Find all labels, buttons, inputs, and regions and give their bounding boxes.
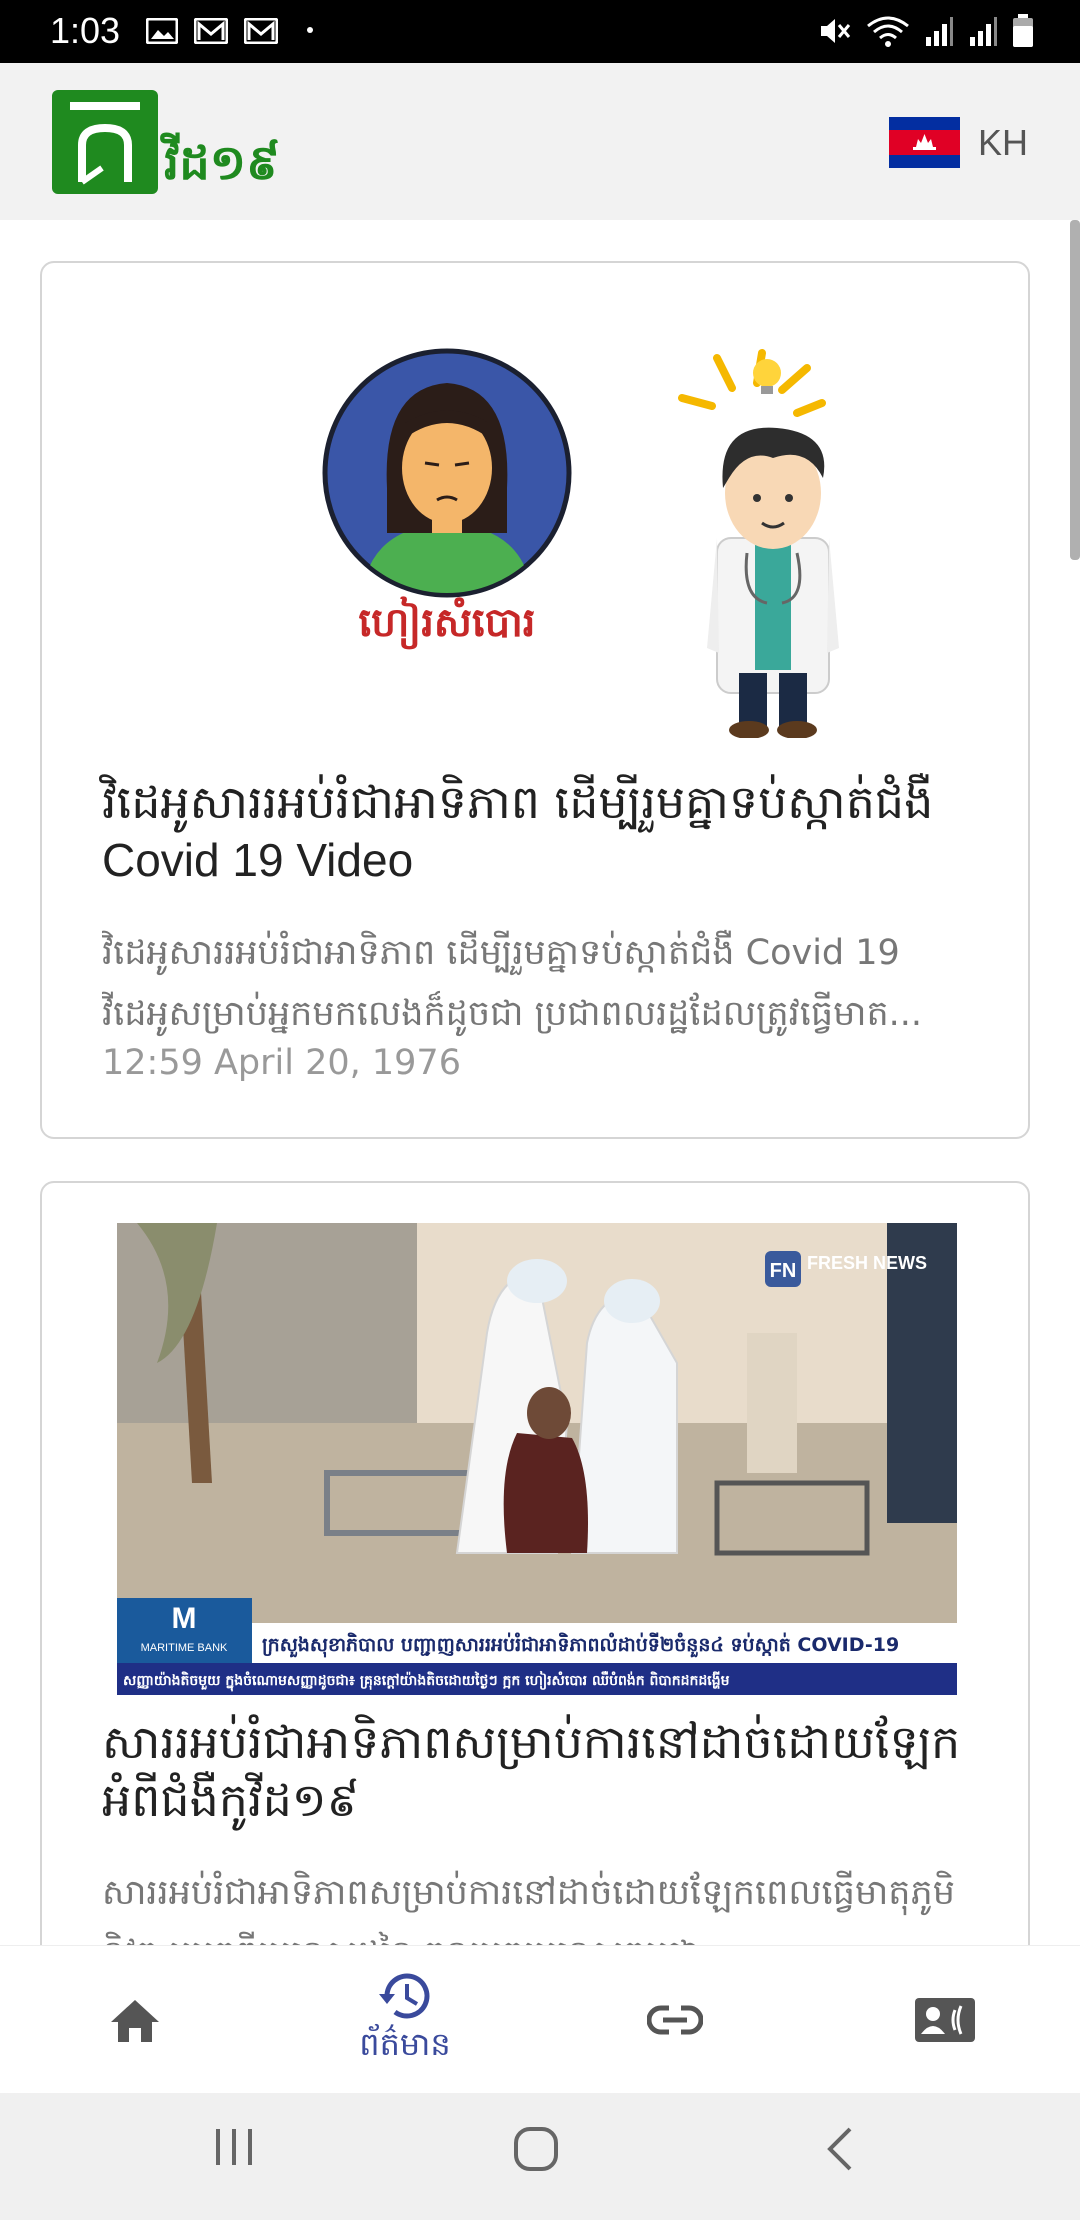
signal-icon bbox=[926, 17, 953, 46]
ticker-main: ក្រសួងសុខាភិបាល បញ្ជាញសាររអប់រំជាអាទិភាព… bbox=[262, 1632, 899, 1658]
image-icon bbox=[146, 18, 178, 44]
article-desc-line: វិដេអូសាររអប់រំជាអាទិភាព ដើម្បីរួមគ្នាទប… bbox=[102, 933, 900, 973]
article-desc-line: និវត្ត ឬមកពីប្រទេសដទៃ ចូលមកប្រទេសកម្ពុជា bbox=[102, 1924, 982, 1945]
mail-icon bbox=[244, 18, 278, 44]
article-image: FN FRESH NEWS M MARITIME BANK ក្រសួងសុខា… bbox=[117, 1223, 957, 1695]
nav-news-label: ព័ត៌មាន bbox=[359, 2024, 451, 2063]
history-icon bbox=[379, 1973, 430, 2018]
article-description: វិដេអូសាររអប់រំជាអាទិភាព ដើម្បីរួមគ្នាទប… bbox=[102, 923, 982, 1045]
cartoon-illustration: ហៀរសំបោរ bbox=[322, 348, 839, 738]
cambodia-flag-icon bbox=[888, 117, 960, 168]
nav-news[interactable]: ព័ត៌មាន bbox=[270, 1946, 540, 2094]
article-date: 12:59 April 20, 1976 bbox=[102, 1043, 461, 1083]
scrollbar[interactable] bbox=[1070, 220, 1080, 560]
news-photo: FN FRESH NEWS M MARITIME BANK ក្រសួងសុខា… bbox=[117, 1223, 957, 1695]
article-title[interactable]: វិដេអូសាររអប់រំជាអាទិភាព ដើម្បីរួមគ្នាទប… bbox=[102, 773, 982, 889]
mail-icon bbox=[194, 18, 228, 44]
svg-text:FN: FN bbox=[770, 1260, 797, 1282]
nav-contact[interactable] bbox=[810, 1946, 1080, 2094]
app-logo[interactable] bbox=[52, 90, 158, 194]
system-navigation bbox=[0, 2093, 1080, 2220]
article-desc-line: សាររអប់រំជាអាទិភាពសម្រាប់ការនៅដាច់ដោយឡែក… bbox=[102, 1873, 955, 1913]
news-feed[interactable]: ហៀរសំបោរ វិដេអូសាររអប់រំជាអាទិភាព ដើម្បី… bbox=[0, 220, 1080, 1945]
recent-apps-icon[interactable] bbox=[212, 2125, 256, 2169]
logo-icon bbox=[70, 102, 140, 185]
article-title-line: Covid 19 Video bbox=[102, 834, 414, 886]
wifi-icon bbox=[867, 16, 909, 47]
app-bar: វីដ១៩ KH bbox=[0, 63, 1080, 220]
home-circle-icon[interactable] bbox=[512, 2125, 560, 2173]
language-code: KH bbox=[977, 121, 1028, 163]
home-icon bbox=[111, 2000, 159, 2042]
article-title[interactable]: សាររអប់រំជាអាទិភាពសម្រាប់ការនៅដាច់ដោយឡែក… bbox=[102, 1713, 982, 1829]
bank-logo-text: MARITIME BANK bbox=[141, 1642, 228, 1654]
watermark-text: FRESH NEWS bbox=[807, 1253, 927, 1273]
nav-home[interactable] bbox=[0, 1946, 270, 2094]
article-title-line: សាររអប់រំជាអាទិភាពសម្រាប់ការនៅដាច់ដោយឡែក bbox=[102, 1715, 961, 1769]
nav-links[interactable] bbox=[540, 1946, 810, 2094]
article-image: ហៀរសំបោរ bbox=[117, 328, 957, 738]
status-time: 1:03 bbox=[50, 10, 121, 51]
article-title-line: អំពីជំងឺកូវីដ១៩ bbox=[102, 1773, 360, 1827]
svg-text:M: M bbox=[172, 1602, 197, 1635]
contact-card-icon bbox=[915, 1998, 975, 2042]
ticker-sub: សញ្ញាយ៉ាងតិចមួយ ក្នុងចំណោមសញ្ញាដូចជា៖ គ្… bbox=[123, 1671, 730, 1692]
link-icon bbox=[647, 2005, 703, 2035]
language-selector[interactable]: KH bbox=[888, 117, 1028, 168]
article-desc-line: វីដេអូសម្រាប់អ្នកមកលេងក៏ដូចជា ប្រជាពលរដ្… bbox=[102, 994, 923, 1034]
bottom-navigation: ព័ត៌មាន bbox=[0, 1945, 1080, 2093]
signal-icon bbox=[970, 17, 997, 46]
article-description: សាររអប់រំជាអាទិភាពសម្រាប់ការនៅដាច់ដោយឡែក… bbox=[102, 1863, 982, 1945]
status-bar: 1:03 bbox=[0, 0, 1080, 63]
dot-icon bbox=[307, 27, 313, 33]
article-title-line: វិដេអូសាររអប់រំជាអាទិភាព ដើម្បីរួមគ្នាទប… bbox=[102, 775, 934, 829]
back-icon[interactable] bbox=[820, 2125, 860, 2173]
news-card[interactable]: FN FRESH NEWS M MARITIME BANK ក្រសួងសុខា… bbox=[40, 1181, 1030, 1945]
battery-icon bbox=[1013, 14, 1033, 47]
app-title: វីដ១៩ bbox=[164, 135, 281, 191]
mute-icon bbox=[821, 19, 851, 43]
image-caption: ហៀរសំបោរ bbox=[359, 596, 536, 650]
news-card[interactable]: ហៀរសំបោរ វិដេអូសាររអប់រំជាអាទិភាព ដើម្បី… bbox=[40, 261, 1030, 1139]
